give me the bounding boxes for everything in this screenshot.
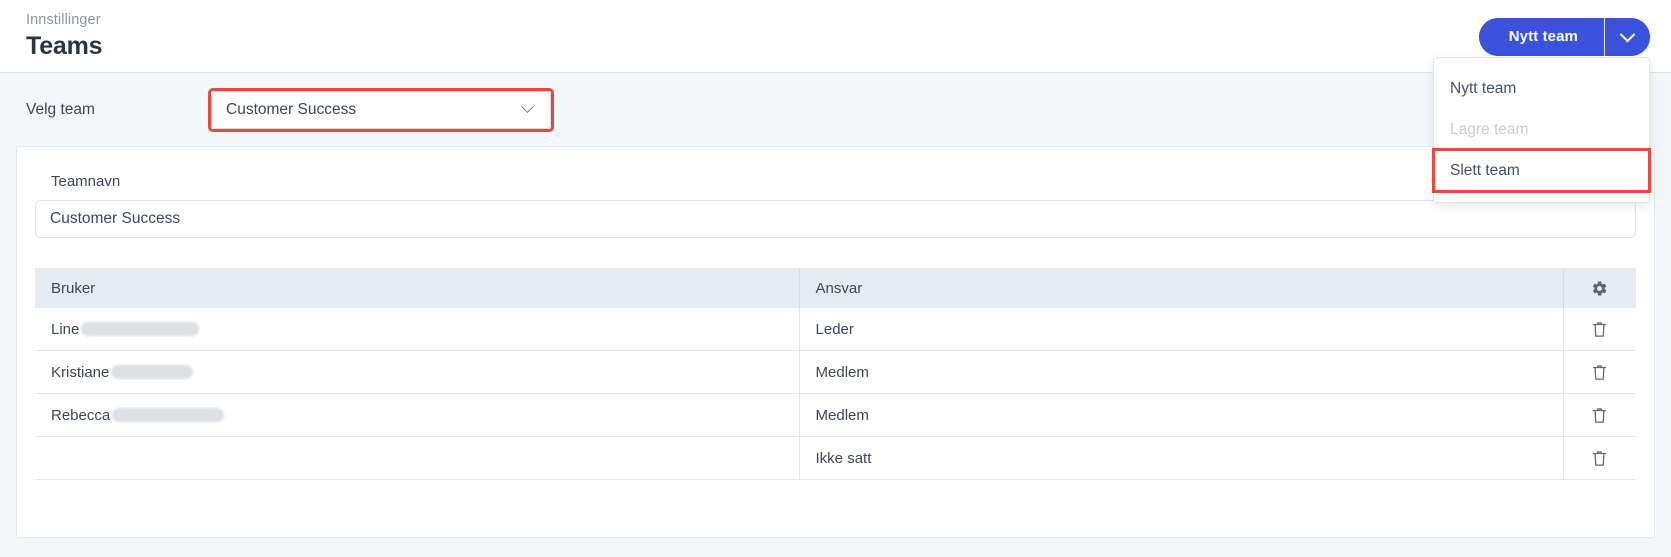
split-button-divider	[1604, 18, 1605, 56]
select-team-value: Customer Success	[226, 101, 523, 119]
table-header: Bruker Ansvar	[35, 268, 1636, 308]
cell-actions	[1563, 308, 1636, 351]
cell-ansvar: Ikke satt	[799, 437, 1563, 480]
redacted-name-bar	[81, 322, 199, 336]
cell-actions	[1563, 394, 1636, 437]
cell-bruker: Line	[35, 308, 799, 351]
cell-ansvar: Leder	[799, 308, 1563, 351]
menu-item-slett-team[interactable]: Slett team	[1434, 150, 1649, 191]
table-body: LineLederKristianeMedlemRebeccaMedlemIkk…	[35, 308, 1636, 480]
menu-item-lagre-team: Lagre team	[1434, 109, 1649, 150]
team-name-label: Teamnavn	[51, 173, 1636, 190]
cell-actions	[1563, 351, 1636, 394]
chevron-down-icon	[521, 100, 534, 113]
new-team-split-button: Nytt team	[1479, 18, 1650, 56]
table-row: Ikke satt	[35, 437, 1636, 480]
new-team-dropdown-toggle[interactable]	[1605, 18, 1650, 56]
chevron-down-icon	[1620, 26, 1636, 42]
select-team-row: Velg team Customer Success	[0, 73, 1671, 146]
team-name-input[interactable]	[35, 200, 1636, 238]
trash-icon[interactable]	[1564, 394, 1636, 436]
team-detail-card: Teamnavn Bruker Ansvar	[16, 146, 1655, 538]
page-title: Teams	[26, 30, 1671, 62]
table-row: Kristiane Medlem	[35, 351, 1636, 394]
user-name-text: Kristiane	[51, 364, 109, 381]
user-name: Line	[51, 308, 783, 350]
table-header-row: Bruker Ansvar	[35, 268, 1636, 308]
cell-bruker: Kristiane	[35, 351, 799, 394]
select-team-dropdown[interactable]: Customer Success	[211, 91, 551, 129]
column-header-bruker: Bruker	[35, 268, 799, 308]
user-name-text: Line	[51, 321, 79, 338]
new-team-button[interactable]: Nytt team	[1479, 18, 1604, 56]
trash-icon[interactable]	[1564, 351, 1636, 393]
column-header-ansvar: Ansvar	[799, 268, 1563, 308]
gear-icon[interactable]	[1564, 268, 1636, 308]
team-actions-dropdown-menu: Nytt team Lagre team Slett team	[1433, 57, 1650, 203]
breadcrumb: Innstillinger	[26, 11, 1671, 29]
select-team-label: Velg team	[26, 101, 211, 119]
user-name-text: Rebecca	[51, 407, 110, 424]
select-team-highlight: Customer Success	[211, 91, 551, 129]
redacted-name-bar	[111, 365, 193, 379]
cell-ansvar: Medlem	[799, 394, 1563, 437]
page-header: Innstillinger Teams Nytt team	[0, 0, 1671, 73]
cell-actions	[1563, 437, 1636, 480]
menu-item-nytt-team[interactable]: Nytt team	[1434, 68, 1649, 109]
cell-bruker: Rebecca	[35, 394, 799, 437]
user-name: Rebecca	[51, 394, 783, 436]
table-row: Line Leder	[35, 308, 1636, 351]
cell-bruker	[35, 437, 799, 480]
team-members-table: Bruker Ansvar LineLederKristianeMedlemRe…	[35, 268, 1636, 480]
teams-settings-page: Innstillinger Teams Nytt team Nytt team …	[0, 0, 1671, 557]
redacted-name-bar	[112, 408, 224, 422]
user-name: Kristiane	[51, 351, 783, 393]
table-row: Rebecca Medlem	[35, 394, 1636, 437]
user-name	[51, 437, 783, 479]
trash-icon[interactable]	[1564, 308, 1636, 350]
trash-icon[interactable]	[1564, 437, 1636, 479]
column-header-actions	[1563, 268, 1636, 308]
cell-ansvar: Medlem	[799, 351, 1563, 394]
